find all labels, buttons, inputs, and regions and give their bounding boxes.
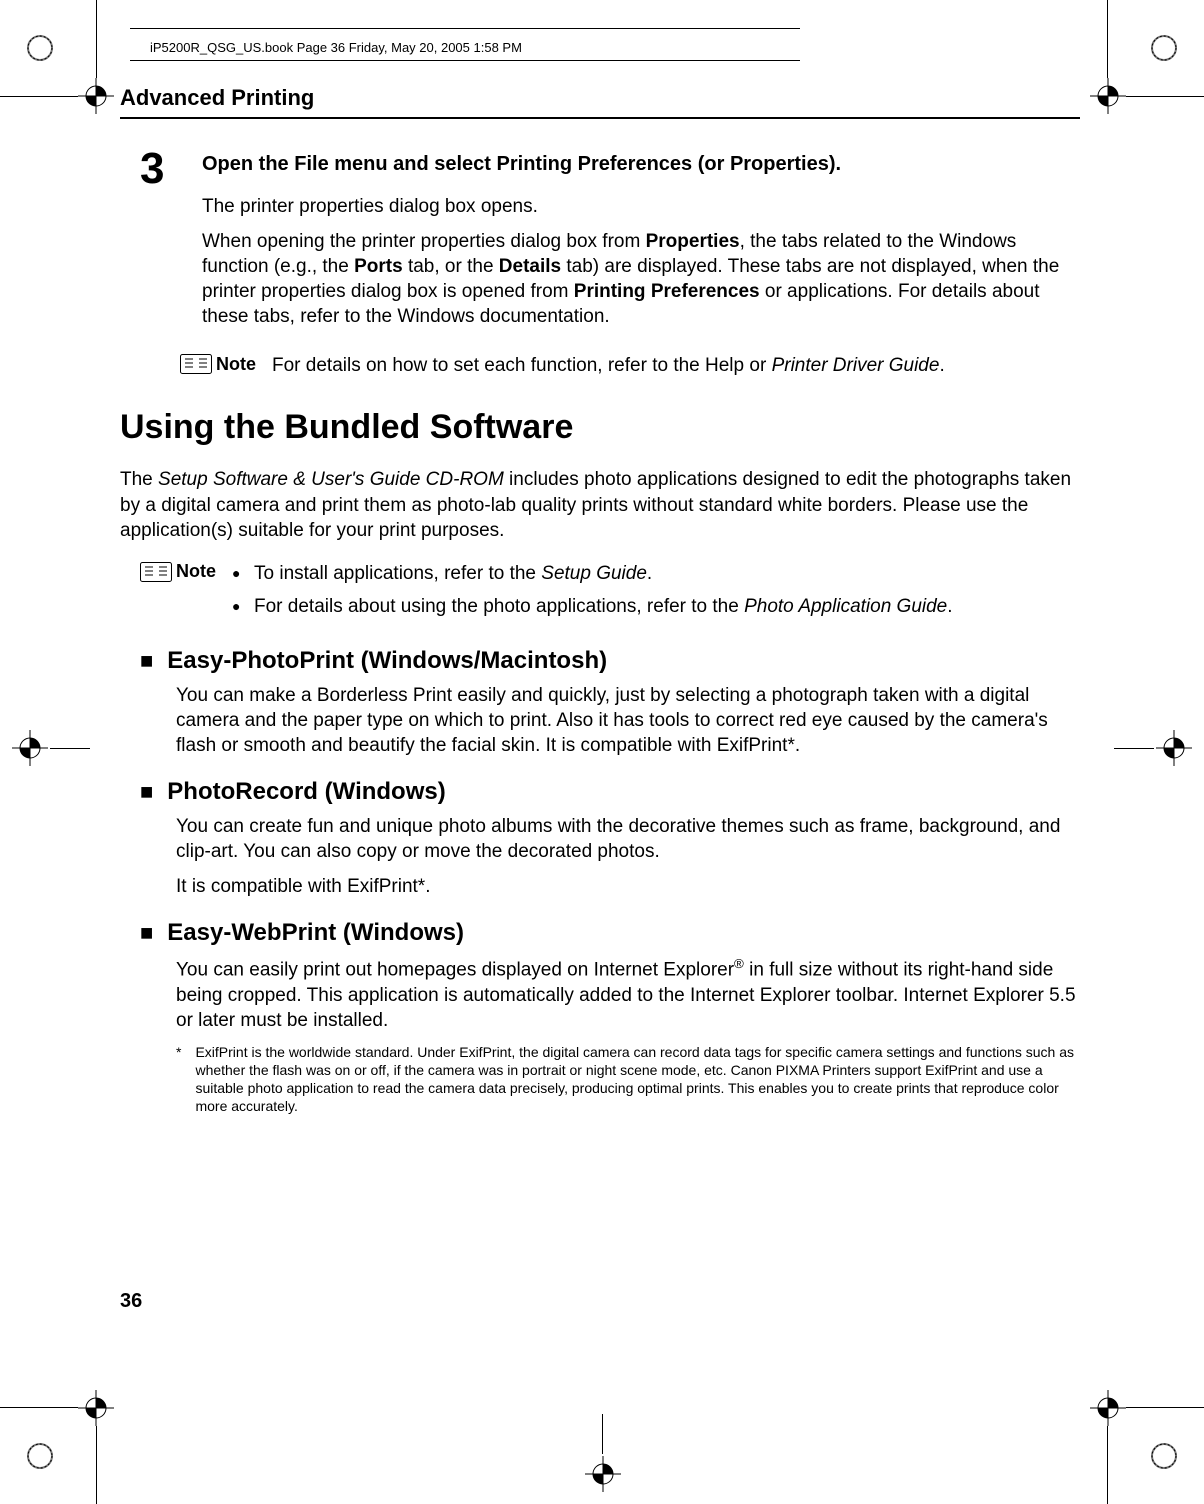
note-2: Note To install applications, refer to t… [140, 561, 1080, 627]
registration-mark-icon [22, 1438, 58, 1474]
t-mid2: (or [692, 153, 730, 175]
sub2-title: PhotoRecord (Windows) [167, 778, 445, 806]
t-end: ). [829, 153, 841, 175]
ia: The [120, 469, 158, 490]
note-body: For details on how to set each function,… [272, 353, 1080, 378]
registration-mark-icon [22, 30, 58, 66]
p2a: When opening the printer properties dial… [202, 231, 646, 252]
p2f: Details [499, 256, 561, 277]
b2a: For details about using the photo applic… [254, 596, 744, 617]
page-content: Advanced Printing 3 Open the File menu a… [120, 85, 1080, 1116]
crop-line [0, 96, 78, 97]
sub-photorecord: ■ PhotoRecord (Windows) [140, 778, 1080, 806]
crop-line [96, 0, 97, 78]
step-p2: When opening the printer properties dial… [202, 229, 1080, 329]
footnote-text: ExifPrint is the worldwide standard. Und… [195, 1043, 1080, 1116]
section-header: Advanced Printing [120, 85, 1080, 119]
reg-mark: ® [734, 956, 744, 971]
crop-line [50, 748, 90, 749]
note2-bullet1: To install applications, refer to the Se… [232, 561, 1080, 586]
sub1-p: You can make a Borderless Print easily a… [176, 683, 1080, 758]
b1c: . [647, 563, 652, 584]
sub3-body: You can easily print out homepages displ… [176, 955, 1080, 1033]
note-icon: Note [180, 353, 256, 375]
square-bullet-icon: ■ [140, 781, 153, 803]
n1a: For details on how to set each function,… [272, 355, 772, 376]
note-label-2: Note [176, 561, 216, 582]
b1b: Setup Guide [541, 563, 647, 584]
sub1-title: Easy-PhotoPrint (Windows/Macintosh) [167, 647, 607, 675]
note2-bullet2: For details about using the photo applic… [232, 594, 1080, 619]
footnote-star: * [176, 1043, 181, 1116]
crop-target-icon [12, 730, 48, 766]
header-rule-top [130, 28, 800, 29]
n1b: Printer Driver Guide [772, 355, 940, 376]
sub2-p1: You can create fun and unique photo albu… [176, 814, 1080, 864]
note-1: Note For details on how to set each func… [180, 353, 1080, 378]
step-p1: The printer properties dialog box opens. [202, 194, 1080, 219]
crop-target-icon [1090, 1390, 1126, 1426]
intro-paragraph: The Setup Software & User's Guide CD-ROM… [120, 467, 1080, 542]
t-pre: Open the [202, 153, 294, 175]
step-3: 3 Open the File menu and select Printing… [140, 147, 1080, 339]
note-label: Note [216, 354, 256, 375]
crop-target-icon [78, 78, 114, 114]
running-header: iP5200R_QSG_US.book Page 36 Friday, May … [150, 40, 522, 55]
t-pp: Printing Preferences [497, 153, 693, 175]
crop-line [1107, 1426, 1108, 1504]
note-icon-2: Note [140, 561, 216, 583]
step-title: Open the File menu and select Printing P… [202, 153, 1080, 176]
crop-target-icon [78, 1390, 114, 1426]
header-rule-bottom [130, 60, 800, 61]
square-bullet-icon: ■ [140, 650, 153, 672]
sub3-title: Easy-WebPrint (Windows) [167, 919, 464, 947]
t-file: File [294, 153, 328, 175]
sub2-body: You can create fun and unique photo albu… [176, 814, 1080, 899]
crop-line [1114, 748, 1154, 749]
crop-target-icon [585, 1456, 621, 1492]
crop-line [0, 1407, 78, 1408]
heading-bundled-software: Using the Bundled Software [120, 408, 1080, 447]
t-props: Properties [730, 153, 829, 175]
registration-mark-icon [1146, 1438, 1182, 1474]
n1c: . [939, 355, 944, 376]
b2c: . [947, 596, 952, 617]
s3a: You can easily print out homepages displ… [176, 960, 734, 981]
ib: Setup Software & User's Guide CD-ROM [158, 469, 504, 490]
p2h: Printing Preferences [574, 281, 760, 302]
sub-easy-webprint: ■ Easy-WebPrint (Windows) [140, 919, 1080, 947]
registration-mark-icon [1146, 30, 1182, 66]
crop-line [1126, 1407, 1204, 1408]
p2d: Ports [354, 256, 403, 277]
crop-line [1126, 96, 1204, 97]
sub-easy-photoprint: ■ Easy-PhotoPrint (Windows/Macintosh) [140, 647, 1080, 675]
step-body: Open the File menu and select Printing P… [202, 147, 1080, 339]
b2b: Photo Application Guide [744, 596, 947, 617]
sub1-body: You can make a Borderless Print easily a… [176, 683, 1080, 758]
square-bullet-icon: ■ [140, 922, 153, 944]
crop-line [1107, 0, 1108, 78]
crop-target-icon [1090, 78, 1126, 114]
footnote: * ExifPrint is the worldwide standard. U… [176, 1043, 1080, 1116]
crop-line [96, 1426, 97, 1504]
t-mid1: menu and select [329, 153, 497, 175]
b1a: To install applications, refer to the [254, 563, 541, 584]
crop-line [602, 1414, 603, 1454]
sub2-p2: It is compatible with ExifPrint*. [176, 874, 1080, 899]
page-number: 36 [120, 1290, 142, 1313]
p2b: Properties [646, 231, 740, 252]
note-2-list: To install applications, refer to the Se… [232, 561, 1080, 627]
step-number: 3 [140, 147, 180, 339]
crop-target-icon [1156, 730, 1192, 766]
p2e: tab, or the [403, 256, 499, 277]
sub3-p: You can easily print out homepages displ… [176, 955, 1080, 1033]
